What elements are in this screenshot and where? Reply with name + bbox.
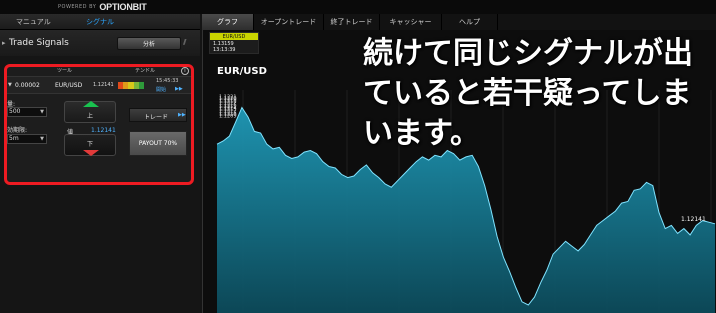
y-tick-label: 1.1209 (219, 114, 237, 120)
left-menu-bar: マニュアル シグナル (0, 14, 200, 30)
column-tool: ツール (57, 68, 73, 74)
menu-blank[interactable] (133, 14, 200, 29)
menu-signals[interactable]: シグナル (67, 14, 134, 29)
put-down-button[interactable]: 下 (64, 134, 116, 156)
expiry-label: 効期限: (7, 127, 28, 134)
tab-cashier[interactable]: キャッシャー (380, 14, 442, 30)
brand-logo: POWERED BY OPTIONBIT (58, 0, 147, 14)
call-up-button[interactable]: 上 (64, 101, 116, 123)
signals-panel: ▸ Trade Signals 分析 //// ツール テンドル i ▼ 0.0… (0, 30, 200, 313)
down-arrow-icon (83, 150, 99, 156)
price-value: 1.12141 (91, 127, 116, 134)
tab-open-trades[interactable]: オープントレード (254, 14, 324, 30)
amount-select[interactable]: 500 ▼ (7, 107, 47, 117)
trade-label: トレード (144, 114, 169, 121)
hatch-decoration: //// (183, 38, 187, 46)
main-tabs: グラフ オープントレード 終了トレード キャッシャー ヘルプ (202, 14, 716, 30)
chevron-down-icon: ▼ (40, 109, 44, 115)
signal-value: 0.00002 (15, 82, 40, 89)
trade-arrow-icon: ▶▶ (178, 112, 186, 118)
trade-button[interactable]: トレード ▶▶ (129, 108, 187, 122)
analysis-button[interactable]: 分析 (117, 37, 181, 50)
signals-header: ▸ Trade Signals 分析 //// (0, 30, 200, 56)
signal-time: 15:45:33 (156, 78, 179, 84)
column-trend: テンドル (135, 68, 156, 74)
top-strip: POWERED BY OPTIONBIT (0, 0, 716, 14)
up-arrow-icon (83, 101, 99, 107)
open-arrow-icon[interactable]: ▶▶ (175, 86, 183, 92)
signal-pair: EUR/USD (55, 82, 83, 89)
expiry-select[interactable]: 5m ▼ (7, 134, 47, 144)
column-headers: ツール テンドル i (7, 67, 191, 75)
chevron-down-icon: ▼ (40, 136, 44, 142)
strength-segment (138, 82, 145, 89)
mini-ticker-time: 13:13:39 (213, 47, 236, 53)
payout-badge: PAYOUT 70% (129, 131, 187, 156)
mini-ticker[interactable]: EUR/USD 1.13159 13:13:39 (209, 32, 259, 54)
open-link[interactable]: 開始 (156, 86, 166, 93)
tab-help[interactable]: ヘルプ (442, 14, 498, 30)
tab-graph[interactable]: グラフ (202, 14, 254, 30)
tab-closed-trades[interactable]: 終了トレード (324, 14, 380, 30)
collapse-arrow-icon[interactable]: ▸ (2, 39, 6, 47)
mini-ticker-pair: EUR/USD (210, 33, 258, 40)
chart-title: EUR/USD (217, 66, 267, 77)
brand-tagline: POWERED BY (58, 4, 97, 10)
chart-area: 1.1221 1.1220 1.1219 1.1218 1.1217 1.1216 1.12… (202, 30, 716, 313)
signal-highlight-box: ツール テンドル i ▼ 0.00002 EUR/USD 1.12141 15:… (4, 64, 194, 185)
signal-row[interactable]: ▼ 0.00002 EUR/USD 1.12141 15:45:33 開始 ▶▶ (7, 76, 191, 94)
menu-manual[interactable]: マニュアル (0, 14, 67, 29)
last-value-label: 1.12141 (681, 216, 706, 223)
brand-name: OPTIONBIT (99, 2, 147, 12)
amount-value: 500 (9, 108, 21, 115)
strength-meter (118, 82, 145, 89)
up-label: 上 (86, 113, 93, 120)
info-icon[interactable]: i (181, 67, 189, 75)
down-label: 下 (86, 141, 93, 148)
signals-title: Trade Signals (9, 38, 69, 48)
expiry-value: 5m (9, 135, 19, 142)
signal-price: 1.12141 (93, 82, 114, 88)
expand-triangle-icon[interactable]: ▼ (8, 82, 12, 88)
overlay-caption: 続けて同じシグナルが出ていると若干疑ってしまいます。 (363, 36, 693, 151)
